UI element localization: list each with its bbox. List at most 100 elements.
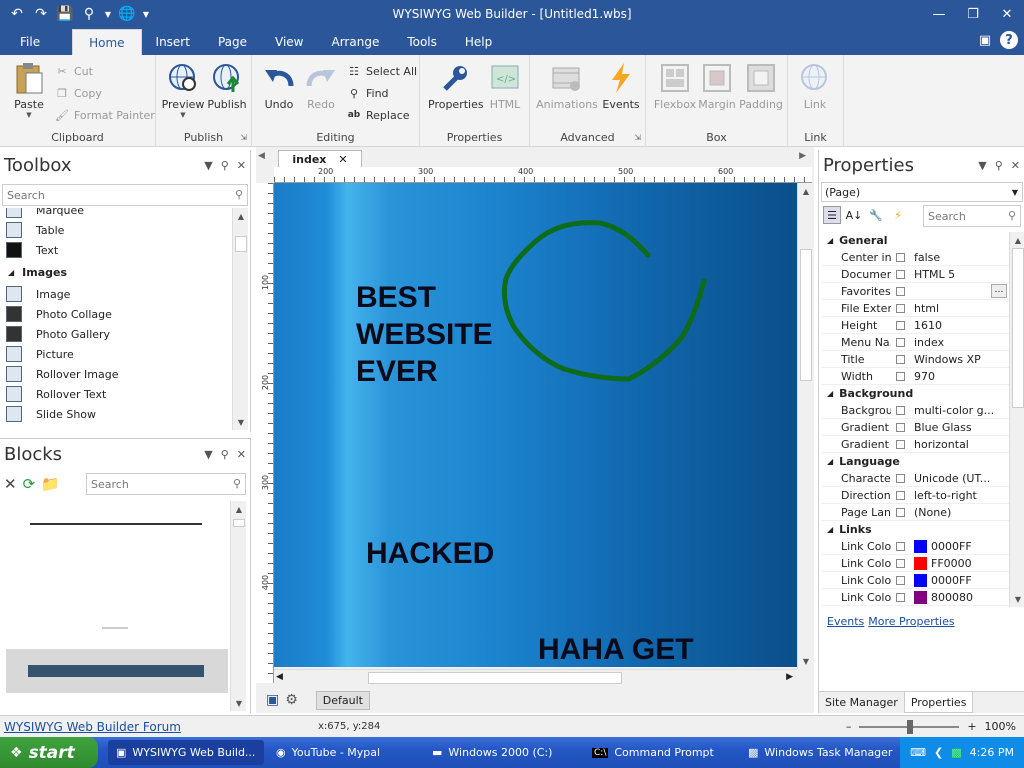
- property-row[interactable]: Gradient ...horizontal: [821, 436, 1009, 453]
- tab-help[interactable]: Help: [451, 29, 506, 55]
- document-tab-index[interactable]: index ✕: [278, 150, 362, 167]
- flexbox-button[interactable]: Flexbox: [652, 61, 698, 111]
- property-row[interactable]: Page Lan...(None): [821, 504, 1009, 521]
- redo-button[interactable]: Redo: [298, 61, 344, 111]
- scroll-thumb[interactable]: [1012, 248, 1024, 408]
- tab-home[interactable]: Home: [72, 29, 142, 55]
- publish-button[interactable]: Publish: [204, 61, 250, 111]
- delete-icon[interactable]: ✕: [4, 475, 17, 493]
- scroll-thumb[interactable]: [368, 672, 622, 684]
- scroll-down-icon[interactable]: ▼: [233, 414, 249, 430]
- scroll-up-icon[interactable]: ▲: [233, 208, 249, 224]
- property-category[interactable]: ◢ Links: [821, 521, 1009, 538]
- scroll-thumb[interactable]: [233, 519, 245, 527]
- events-link[interactable]: Events: [827, 615, 864, 628]
- minimize-button[interactable]: —: [922, 0, 956, 28]
- close-icon[interactable]: ✕: [1011, 159, 1020, 172]
- property-row[interactable]: Favorites ...…: [821, 283, 1009, 300]
- save-icon[interactable]: 💾: [56, 5, 74, 23]
- events-button[interactable]: Events: [598, 61, 644, 111]
- pane-menu-icon[interactable]: ▼: [978, 159, 986, 172]
- scroll-thumb[interactable]: [800, 249, 812, 381]
- taskbar-item-youtube[interactable]: ◉ YouTube - Mypal: [268, 740, 418, 765]
- pane-menu-icon[interactable]: ▼: [204, 448, 212, 461]
- toolbox-category-images[interactable]: ◢ Images: [0, 260, 232, 284]
- dropdown-icon[interactable]: ▼: [142, 5, 150, 23]
- toolbox-item[interactable]: Photo Gallery: [0, 324, 232, 344]
- close-icon[interactable]: ✕: [237, 448, 246, 461]
- tab-file[interactable]: File: [6, 29, 54, 55]
- toolbox-item[interactable]: Photo Collage: [0, 304, 232, 324]
- pin-icon[interactable]: ⚲: [221, 159, 229, 172]
- ellipsis-button[interactable]: …: [991, 284, 1007, 298]
- cut-button[interactable]: ✂ Cut: [54, 61, 93, 81]
- folder-icon[interactable]: 📁: [41, 475, 60, 493]
- html-button[interactable]: </> HTML: [482, 61, 528, 111]
- select-all-button[interactable]: ☷ Select All: [346, 61, 417, 81]
- tab-view[interactable]: View: [261, 29, 317, 55]
- dialog-launcher-icon[interactable]: ⇲: [240, 133, 247, 142]
- close-button[interactable]: ✕: [990, 0, 1024, 28]
- taskbar-item-webbuilder[interactable]: ▣ WYSIWYG Web Build...: [108, 740, 264, 765]
- restore-button[interactable]: ❐: [956, 0, 990, 28]
- padding-button[interactable]: Padding: [738, 61, 784, 111]
- property-row[interactable]: Title Windows XP: [821, 351, 1009, 368]
- green-scribble-shape[interactable]: [274, 183, 797, 667]
- toolbox-item[interactable]: Marquee: [0, 208, 232, 220]
- block-thumbnail[interactable]: [30, 523, 202, 525]
- scroll-down-icon[interactable]: ▼: [231, 695, 247, 711]
- properties-search-input[interactable]: Search ⚲: [923, 205, 1021, 227]
- tab-tools[interactable]: Tools: [393, 29, 451, 55]
- block-thumbnail[interactable]: [6, 649, 228, 693]
- redo-icon[interactable]: ↷: [32, 5, 50, 23]
- properties-button[interactable]: Properties: [428, 61, 484, 111]
- toolbox-item[interactable]: Text: [0, 240, 232, 260]
- toolbox-item[interactable]: Table: [0, 220, 232, 240]
- pane-menu-icon[interactable]: ▼: [204, 159, 212, 172]
- property-category[interactable]: ◢ Language: [821, 453, 1009, 470]
- scroll-thumb[interactable]: [235, 236, 247, 252]
- help-icon[interactable]: ?: [1000, 31, 1018, 49]
- property-row[interactable]: Link Colo...0000FF: [821, 572, 1009, 589]
- close-icon[interactable]: ✕: [338, 153, 347, 166]
- margin-button[interactable]: Margin: [694, 61, 740, 111]
- pin-icon[interactable]: ⚲: [995, 159, 1003, 172]
- tray-expand-icon[interactable]: ❮: [934, 746, 943, 759]
- dropdown-icon[interactable]: ▼: [104, 5, 112, 23]
- undo-button[interactable]: Undo: [256, 61, 302, 111]
- scroll-right-icon[interactable]: ▶: [786, 672, 793, 682]
- property-row[interactable]: Backgrou...multi-color g...: [821, 402, 1009, 419]
- editor-horizontal-scrollbar[interactable]: ◀ ▶: [274, 669, 797, 685]
- zoom-slider[interactable]: [859, 719, 960, 734]
- categorized-icon[interactable]: ☰: [823, 206, 841, 224]
- more-properties-link[interactable]: More Properties: [868, 615, 954, 628]
- keyboard-icon[interactable]: ⌨: [910, 746, 926, 759]
- property-row[interactable]: File Exten...html: [821, 300, 1009, 317]
- tray-app-icon[interactable]: ▩: [951, 746, 961, 759]
- page-settings-icon[interactable]: ⚙: [285, 692, 298, 708]
- blocks-scrollbar[interactable]: ▲ ▼: [230, 501, 246, 711]
- toolbox-item[interactable]: Rollover Image: [0, 364, 232, 384]
- property-row[interactable]: Gradient ...Blue Glass: [821, 419, 1009, 436]
- tab-scroll-left-icon[interactable]: ◀: [258, 151, 265, 161]
- close-icon[interactable]: ✕: [237, 159, 246, 172]
- replace-button[interactable]: ab Replace: [346, 105, 410, 125]
- tab-arrange[interactable]: Arrange: [318, 29, 394, 55]
- property-row[interactable]: Center in ...false: [821, 249, 1009, 266]
- scroll-up-icon[interactable]: ▲: [798, 183, 814, 199]
- lightning-icon[interactable]: ⚡: [889, 206, 907, 224]
- copy-button[interactable]: ❐ Copy: [54, 83, 102, 103]
- zoom-in-button[interactable]: +: [967, 720, 976, 733]
- toolbox-item[interactable]: Rollover Text: [0, 384, 232, 404]
- toolbox-search-input[interactable]: Search ⚲: [2, 184, 248, 206]
- property-row[interactable]: Character...Unicode (UT...: [821, 470, 1009, 487]
- preview-icon[interactable]: ⚲: [80, 5, 98, 23]
- screen-options-icon[interactable]: ▣: [976, 31, 994, 49]
- paste-button[interactable]: Paste ▼: [6, 61, 52, 119]
- scroll-up-icon[interactable]: ▲: [231, 501, 247, 517]
- format-painter-button[interactable]: 🖌 Format Painter: [54, 105, 155, 125]
- link-button[interactable]: Link: [792, 61, 838, 111]
- add-page-icon[interactable]: ▣: [266, 692, 279, 708]
- editor-vertical-scrollbar[interactable]: ▲ ▼: [797, 183, 814, 669]
- preview-button[interactable]: Preview ▼: [160, 61, 206, 119]
